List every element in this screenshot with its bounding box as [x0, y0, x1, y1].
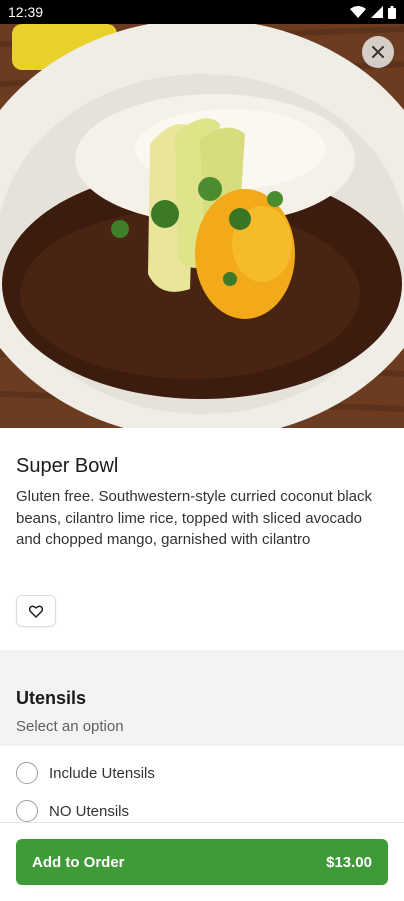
product-title: Super Bowl [16, 455, 119, 477]
status-bar: 12:39 [0, 0, 404, 24]
add-to-order-button[interactable]: Add to Order $13.00 [16, 839, 388, 885]
bottom-action-bar: Add to Order $13.00 [0, 822, 404, 901]
heart-icon [29, 604, 43, 618]
food-image [0, 24, 404, 428]
add-to-order-label: Add to Order [32, 853, 125, 871]
close-button[interactable] [362, 36, 394, 68]
utensils-section-header: Utensils Select an option [0, 650, 404, 746]
option-label: Include Utensils [49, 764, 155, 782]
option-label: NO Utensils [49, 802, 130, 820]
option-include-utensils[interactable]: Include Utensils [16, 762, 155, 784]
utensils-title: Utensils [16, 688, 87, 708]
status-icons [350, 5, 396, 19]
status-time: 12:39 [8, 4, 44, 20]
battery-icon [388, 5, 396, 19]
radio-button[interactable] [16, 762, 38, 784]
wifi-icon [350, 6, 366, 18]
favorite-button[interactable] [16, 595, 56, 627]
utensils-subtitle: Select an option [16, 718, 124, 735]
option-no-utensils[interactable]: NO Utensils [16, 800, 129, 822]
product-description: Gluten free. Southwestern-style curried … [16, 488, 373, 548]
radio-button[interactable] [16, 800, 38, 822]
super-bowl-photo [0, 24, 404, 428]
close-icon [372, 46, 384, 58]
order-price: $13.00 [326, 853, 372, 871]
signal-icon [371, 6, 383, 18]
